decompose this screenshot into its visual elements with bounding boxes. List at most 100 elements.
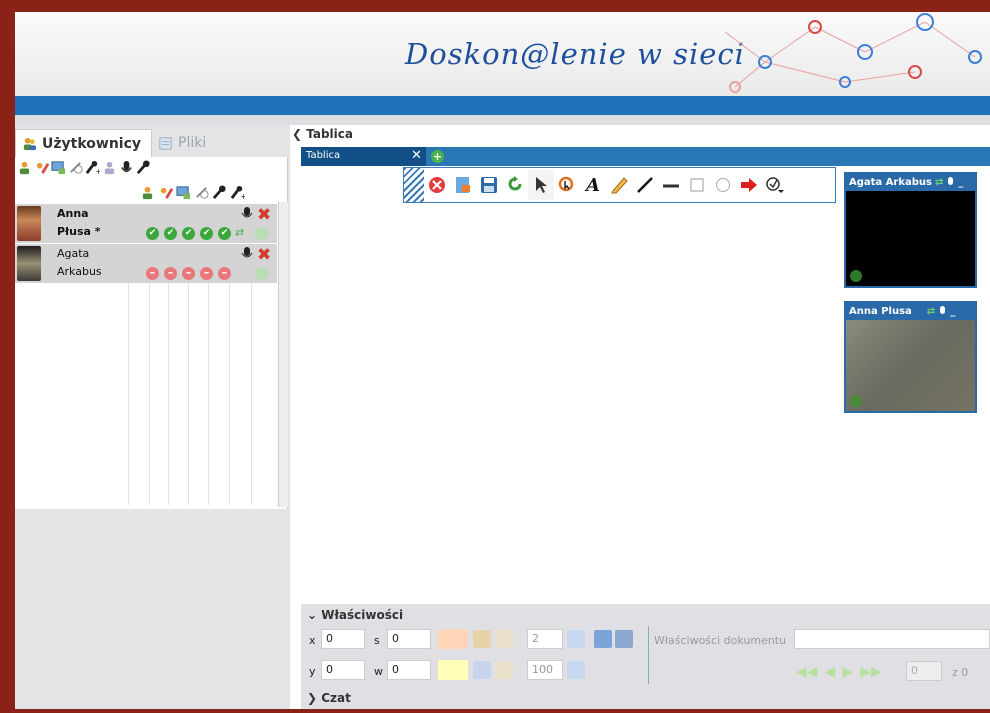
add-tab-icon[interactable]: +: [431, 150, 444, 163]
draw-rights-icon[interactable]: [34, 160, 49, 175]
user-rights-checks: ✔ ✔ ✔ ✔ ✔: [146, 227, 231, 240]
user-row-agata[interactable]: Agata Arkabus ✖ – – – – –: [15, 244, 277, 283]
left-tabbar: Użytkownicy Pliki: [15, 129, 290, 157]
remote-control-icon[interactable]: [68, 160, 83, 175]
check-icon[interactable]: ✔: [146, 227, 159, 240]
tab-users[interactable]: Użytkownicy: [15, 129, 152, 157]
left-panel: Użytkownicy Pliki + +: [15, 125, 290, 709]
check-icon[interactable]: ✔: [182, 227, 195, 240]
arrow-icon[interactable]: [736, 170, 762, 200]
document-properties-input[interactable]: [794, 629, 990, 649]
microphone-icon[interactable]: [241, 207, 253, 221]
check-icon[interactable]: ✔: [164, 227, 177, 240]
minus-icon[interactable]: –: [164, 267, 177, 280]
page-number-input[interactable]: 0: [906, 661, 942, 681]
user-rights-icon[interactable]: [17, 160, 32, 175]
tab-files-label: Pliki: [178, 135, 207, 151]
switch-icon[interactable]: ⇄: [927, 306, 935, 317]
video-window-anna[interactable]: Anna Plusa ⇄ _: [844, 301, 977, 413]
pencil-icon[interactable]: [606, 170, 632, 200]
pointer-icon[interactable]: [528, 170, 554, 200]
video-user-name: Agata Arkabus: [849, 177, 932, 188]
user-rights-denied: – – – – –: [146, 267, 231, 280]
s-input[interactable]: 0: [387, 629, 431, 649]
video-window-agata[interactable]: Agata Arkabus ⇄ _: [844, 172, 977, 288]
text-icon[interactable]: A: [580, 170, 606, 200]
minimize-icon[interactable]: _: [950, 306, 955, 317]
chevron-down-icon[interactable]: [567, 661, 585, 679]
close-icon[interactable]: [424, 170, 450, 200]
tab-whiteboard[interactable]: Tablica: [301, 147, 426, 166]
prev-page-icon[interactable]: ◀: [825, 664, 836, 680]
chat-section-title[interactable]: ❯ Czat: [307, 691, 351, 705]
italic-icon[interactable]: [594, 630, 612, 648]
chevron-down-icon[interactable]: [567, 630, 585, 648]
whiteboard-tabstrip: Tablica ✕ +: [301, 147, 990, 166]
user-row-anna[interactable]: Anna Płusa * ✖ ✔ ✔ ✔ ✔ ✔ ⇄: [15, 204, 277, 243]
w-input[interactable]: 0: [387, 660, 431, 680]
properties-title[interactable]: ⌄ Właściwości: [307, 608, 403, 622]
line-color-swatch[interactable]: [438, 629, 468, 649]
line-color-picker-icon[interactable]: [473, 630, 491, 648]
separator-bar: [15, 115, 990, 125]
status-dot-icon: [255, 227, 268, 240]
new-document-icon[interactable]: [450, 170, 476, 200]
user-actions-toolbar: +: [17, 160, 151, 175]
check-icon[interactable]: ✔: [218, 227, 231, 240]
mic-icon[interactable]: [136, 160, 151, 175]
user-list-scrollbar[interactable]: [278, 202, 288, 507]
users-list-panel: + + Anna Płusa * ✖ ✔ ✔: [15, 157, 288, 509]
switch-icon[interactable]: ⇄: [935, 177, 943, 188]
last-page-icon[interactable]: ▶▶: [860, 664, 882, 680]
remote-control-icon: [196, 187, 209, 199]
ellipse-icon[interactable]: [710, 170, 736, 200]
minus-icon[interactable]: –: [200, 267, 213, 280]
zoom-icon[interactable]: [554, 170, 580, 200]
tab-files[interactable]: Pliki: [152, 129, 282, 157]
toolbar-drag-handle[interactable]: [404, 168, 424, 202]
close-tab-icon[interactable]: ✕: [411, 148, 422, 163]
fill-color-swatch[interactable]: [438, 660, 468, 680]
whiteboard-panel-title[interactable]: ❮ Tablica: [292, 127, 353, 141]
switch-icon[interactable]: ⇄: [235, 226, 244, 239]
microphone-icon[interactable]: [938, 305, 947, 318]
bold-icon[interactable]: [615, 630, 633, 648]
remove-user-icon[interactable]: ✖: [257, 205, 271, 225]
minus-icon[interactable]: –: [182, 267, 195, 280]
screen-share-icon[interactable]: [51, 160, 66, 175]
status-dot-icon: [255, 267, 268, 280]
minus-icon[interactable]: –: [218, 267, 231, 280]
lock-icon[interactable]: [495, 630, 513, 648]
microphone-icon[interactable]: [946, 176, 955, 189]
svg-text:+: +: [95, 167, 100, 175]
microphone-icon[interactable]: [119, 160, 134, 175]
mic-add-icon[interactable]: +: [85, 160, 100, 175]
x-input[interactable]: 0: [321, 629, 365, 649]
save-icon[interactable]: [476, 170, 502, 200]
first-page-icon[interactable]: ◀◀: [796, 664, 818, 680]
underline-icon[interactable]: [658, 170, 684, 200]
user-first-name: Anna: [57, 207, 89, 220]
minimize-icon[interactable]: _: [958, 177, 963, 188]
microphone-icon[interactable]: [241, 247, 253, 261]
fill-color-picker-icon[interactable]: [473, 661, 491, 679]
tab-users-label: Użytkownicy: [42, 135, 142, 152]
rights-column-headers: +: [140, 185, 245, 200]
lock-icon[interactable]: [495, 661, 513, 679]
check-icon[interactable]: ✔: [200, 227, 213, 240]
refresh-icon[interactable]: [502, 170, 528, 200]
user-add-icon[interactable]: [102, 160, 117, 175]
y-input[interactable]: 0: [321, 660, 365, 680]
video-feed: [846, 320, 975, 411]
opacity-input[interactable]: 100: [527, 660, 563, 680]
mic-add-icon: +: [230, 185, 245, 200]
panel-title-label: Tablica: [306, 127, 353, 141]
rectangle-icon[interactable]: [684, 170, 710, 200]
next-page-icon[interactable]: ▶: [842, 664, 853, 680]
properties-panel: ⌄ Właściwości x 0 s 0 y 0 w 0 2 100 Właś…: [301, 604, 990, 709]
line-icon[interactable]: [632, 170, 658, 200]
minus-icon[interactable]: –: [146, 267, 159, 280]
clear-icon[interactable]: [762, 170, 788, 200]
stroke-width-input[interactable]: 2: [527, 629, 563, 649]
remove-user-icon[interactable]: ✖: [257, 245, 271, 265]
